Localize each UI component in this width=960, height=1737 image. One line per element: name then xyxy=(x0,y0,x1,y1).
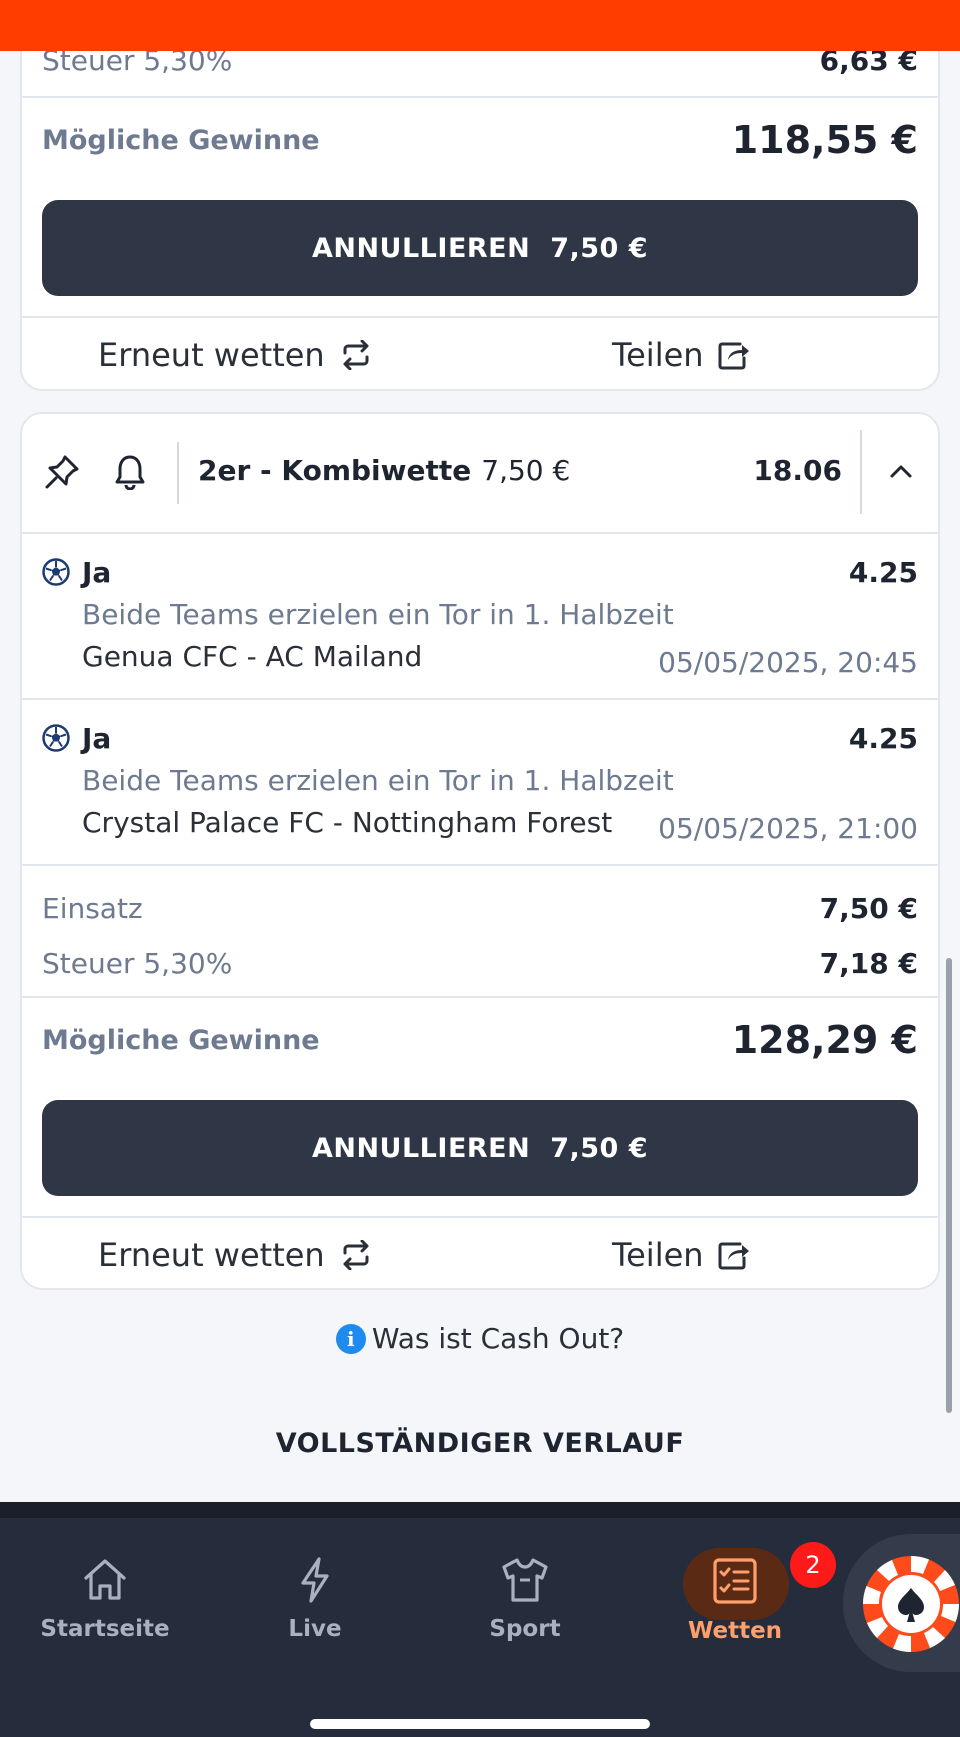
cancel-amount: 7,50 € xyxy=(550,1132,649,1164)
rebet-label: Erneut wetten xyxy=(98,336,325,374)
selection-date: 05/05/2025, 21:00 xyxy=(658,812,918,845)
betslip-icon xyxy=(713,1558,757,1604)
gains-value: 128,29 € xyxy=(731,1018,918,1062)
nav-item-live[interactable]: Live xyxy=(240,1556,390,1642)
full-history-button[interactable]: VOLLSTÄNDIGER VERLAUF xyxy=(0,1428,960,1459)
header-separator xyxy=(177,442,179,504)
share-button[interactable]: Teilen xyxy=(612,336,750,374)
repeat-icon xyxy=(343,340,369,370)
selection-date: 05/05/2025, 20:45 xyxy=(658,646,918,679)
cancel-button[interactable]: ANNULLIEREN 7,50 € xyxy=(42,1100,918,1196)
nav-item-wetten[interactable]: Wetten xyxy=(660,1556,810,1644)
total-odds: 18.06 xyxy=(753,454,842,487)
divider xyxy=(22,96,938,98)
jersey-icon xyxy=(502,1558,548,1602)
share-label: Teilen xyxy=(612,1236,704,1274)
cancel-button[interactable]: ANNULLIEREN 7,50 € xyxy=(42,200,918,296)
rebet-label: Erneut wetten xyxy=(98,1236,325,1274)
soccer-ball-icon xyxy=(42,724,70,752)
nav-label: Wetten xyxy=(687,1618,783,1644)
stake-row: Einsatz 7,50 € xyxy=(22,886,938,930)
bet-stake: 7,50 € xyxy=(481,454,571,487)
stake-value: 7,50 € xyxy=(819,891,918,925)
casino-button[interactable] xyxy=(843,1534,960,1672)
action-row: Erneut wetten Teilen xyxy=(22,318,938,389)
selection-item: Ja 4.25 Beide Teams erzielen ein Tor in … xyxy=(22,534,938,700)
tax-label: Steuer 5,30% xyxy=(42,946,233,980)
bet-header[interactable]: 2er - Kombiwette 7,50 € 18.06 xyxy=(22,414,938,532)
tax-value: 7,18 € xyxy=(819,946,918,980)
pin-icon[interactable] xyxy=(44,454,80,490)
gains-row: Mögliche Gewinne 128,29 € xyxy=(22,1010,938,1070)
nav-item-sport[interactable]: Sport xyxy=(450,1556,600,1642)
nav-label: Sport xyxy=(489,1616,561,1642)
scrollbar[interactable] xyxy=(946,958,952,1413)
selection-pick: Ja xyxy=(82,722,112,755)
home-icon xyxy=(84,1559,126,1600)
header-separator xyxy=(860,430,862,514)
share-icon xyxy=(718,1242,749,1270)
selection-odds: 4.25 xyxy=(848,722,918,755)
home-indicator xyxy=(310,1719,650,1729)
bet-type: 2er - Kombiwette xyxy=(198,454,472,487)
soccer-ball-icon xyxy=(42,558,70,586)
bottom-nav: Startseite Live Sport Wetten 2 xyxy=(0,1502,960,1737)
share-icon xyxy=(718,342,749,370)
selection-market: Beide Teams erzielen ein Tor in 1. Halbz… xyxy=(82,764,674,797)
bell-icon[interactable] xyxy=(114,454,146,490)
top-status-strip xyxy=(0,0,960,51)
repeat-icon xyxy=(343,1240,369,1270)
divider xyxy=(22,864,938,866)
nav-item-startseite[interactable]: Startseite xyxy=(30,1556,180,1642)
gains-label: Mögliche Gewinne xyxy=(42,1024,320,1056)
cancel-label: ANNULLIEREN xyxy=(311,1132,531,1164)
cancel-label: ANNULLIEREN xyxy=(311,232,531,264)
stake-label: Einsatz xyxy=(42,891,143,925)
notification-badge: 2 xyxy=(790,1542,836,1588)
gains-value: 118,55 € xyxy=(731,118,918,162)
gains-row: Mögliche Gewinne 118,55 € xyxy=(22,110,938,170)
share-label: Teilen xyxy=(612,336,704,374)
tax-row: Steuer 5,30% 7,18 € xyxy=(22,941,938,985)
rebet-button[interactable]: Erneut wetten xyxy=(98,336,373,374)
selection-market: Beide Teams erzielen ein Tor in 1. Halbz… xyxy=(82,598,674,631)
selection-event[interactable]: Genua CFC - AC Mailand xyxy=(82,640,422,673)
casino-chip-icon xyxy=(863,1556,959,1652)
share-button[interactable]: Teilen xyxy=(612,1236,750,1274)
action-row: Erneut wetten Teilen xyxy=(22,1218,938,1288)
selection-item: Ja 4.25 Beide Teams erzielen ein Tor in … xyxy=(22,700,938,866)
bet-title: 2er - Kombiwette 7,50 € xyxy=(198,454,570,487)
lightning-icon xyxy=(301,1557,329,1603)
gains-label: Mögliche Gewinne xyxy=(42,124,320,156)
nav-label: Startseite xyxy=(40,1616,170,1642)
bet-card: 2er - Kombiwette 7,50 € 18.06 Ja 4.25 Bei… xyxy=(20,412,940,1290)
selection-odds: 4.25 xyxy=(848,556,918,589)
selection-pick: Ja xyxy=(82,556,112,589)
chevron-up-icon[interactable] xyxy=(888,458,914,484)
info-icon: i xyxy=(335,1323,366,1354)
selection-event[interactable]: Crystal Palace FC - Nottingham Forest xyxy=(82,806,612,839)
bet-card-previous: Steuer 5,30% 6,63 € Mögliche Gewinne 118… xyxy=(20,0,940,391)
nav-label: Live xyxy=(288,1616,342,1642)
cancel-amount: 7,50 € xyxy=(550,232,649,264)
cashout-info-link[interactable]: i Was ist Cash Out? xyxy=(0,1322,960,1355)
cashout-info-label: Was ist Cash Out? xyxy=(371,1322,625,1355)
rebet-button[interactable]: Erneut wetten xyxy=(98,1236,373,1274)
divider xyxy=(22,996,938,998)
